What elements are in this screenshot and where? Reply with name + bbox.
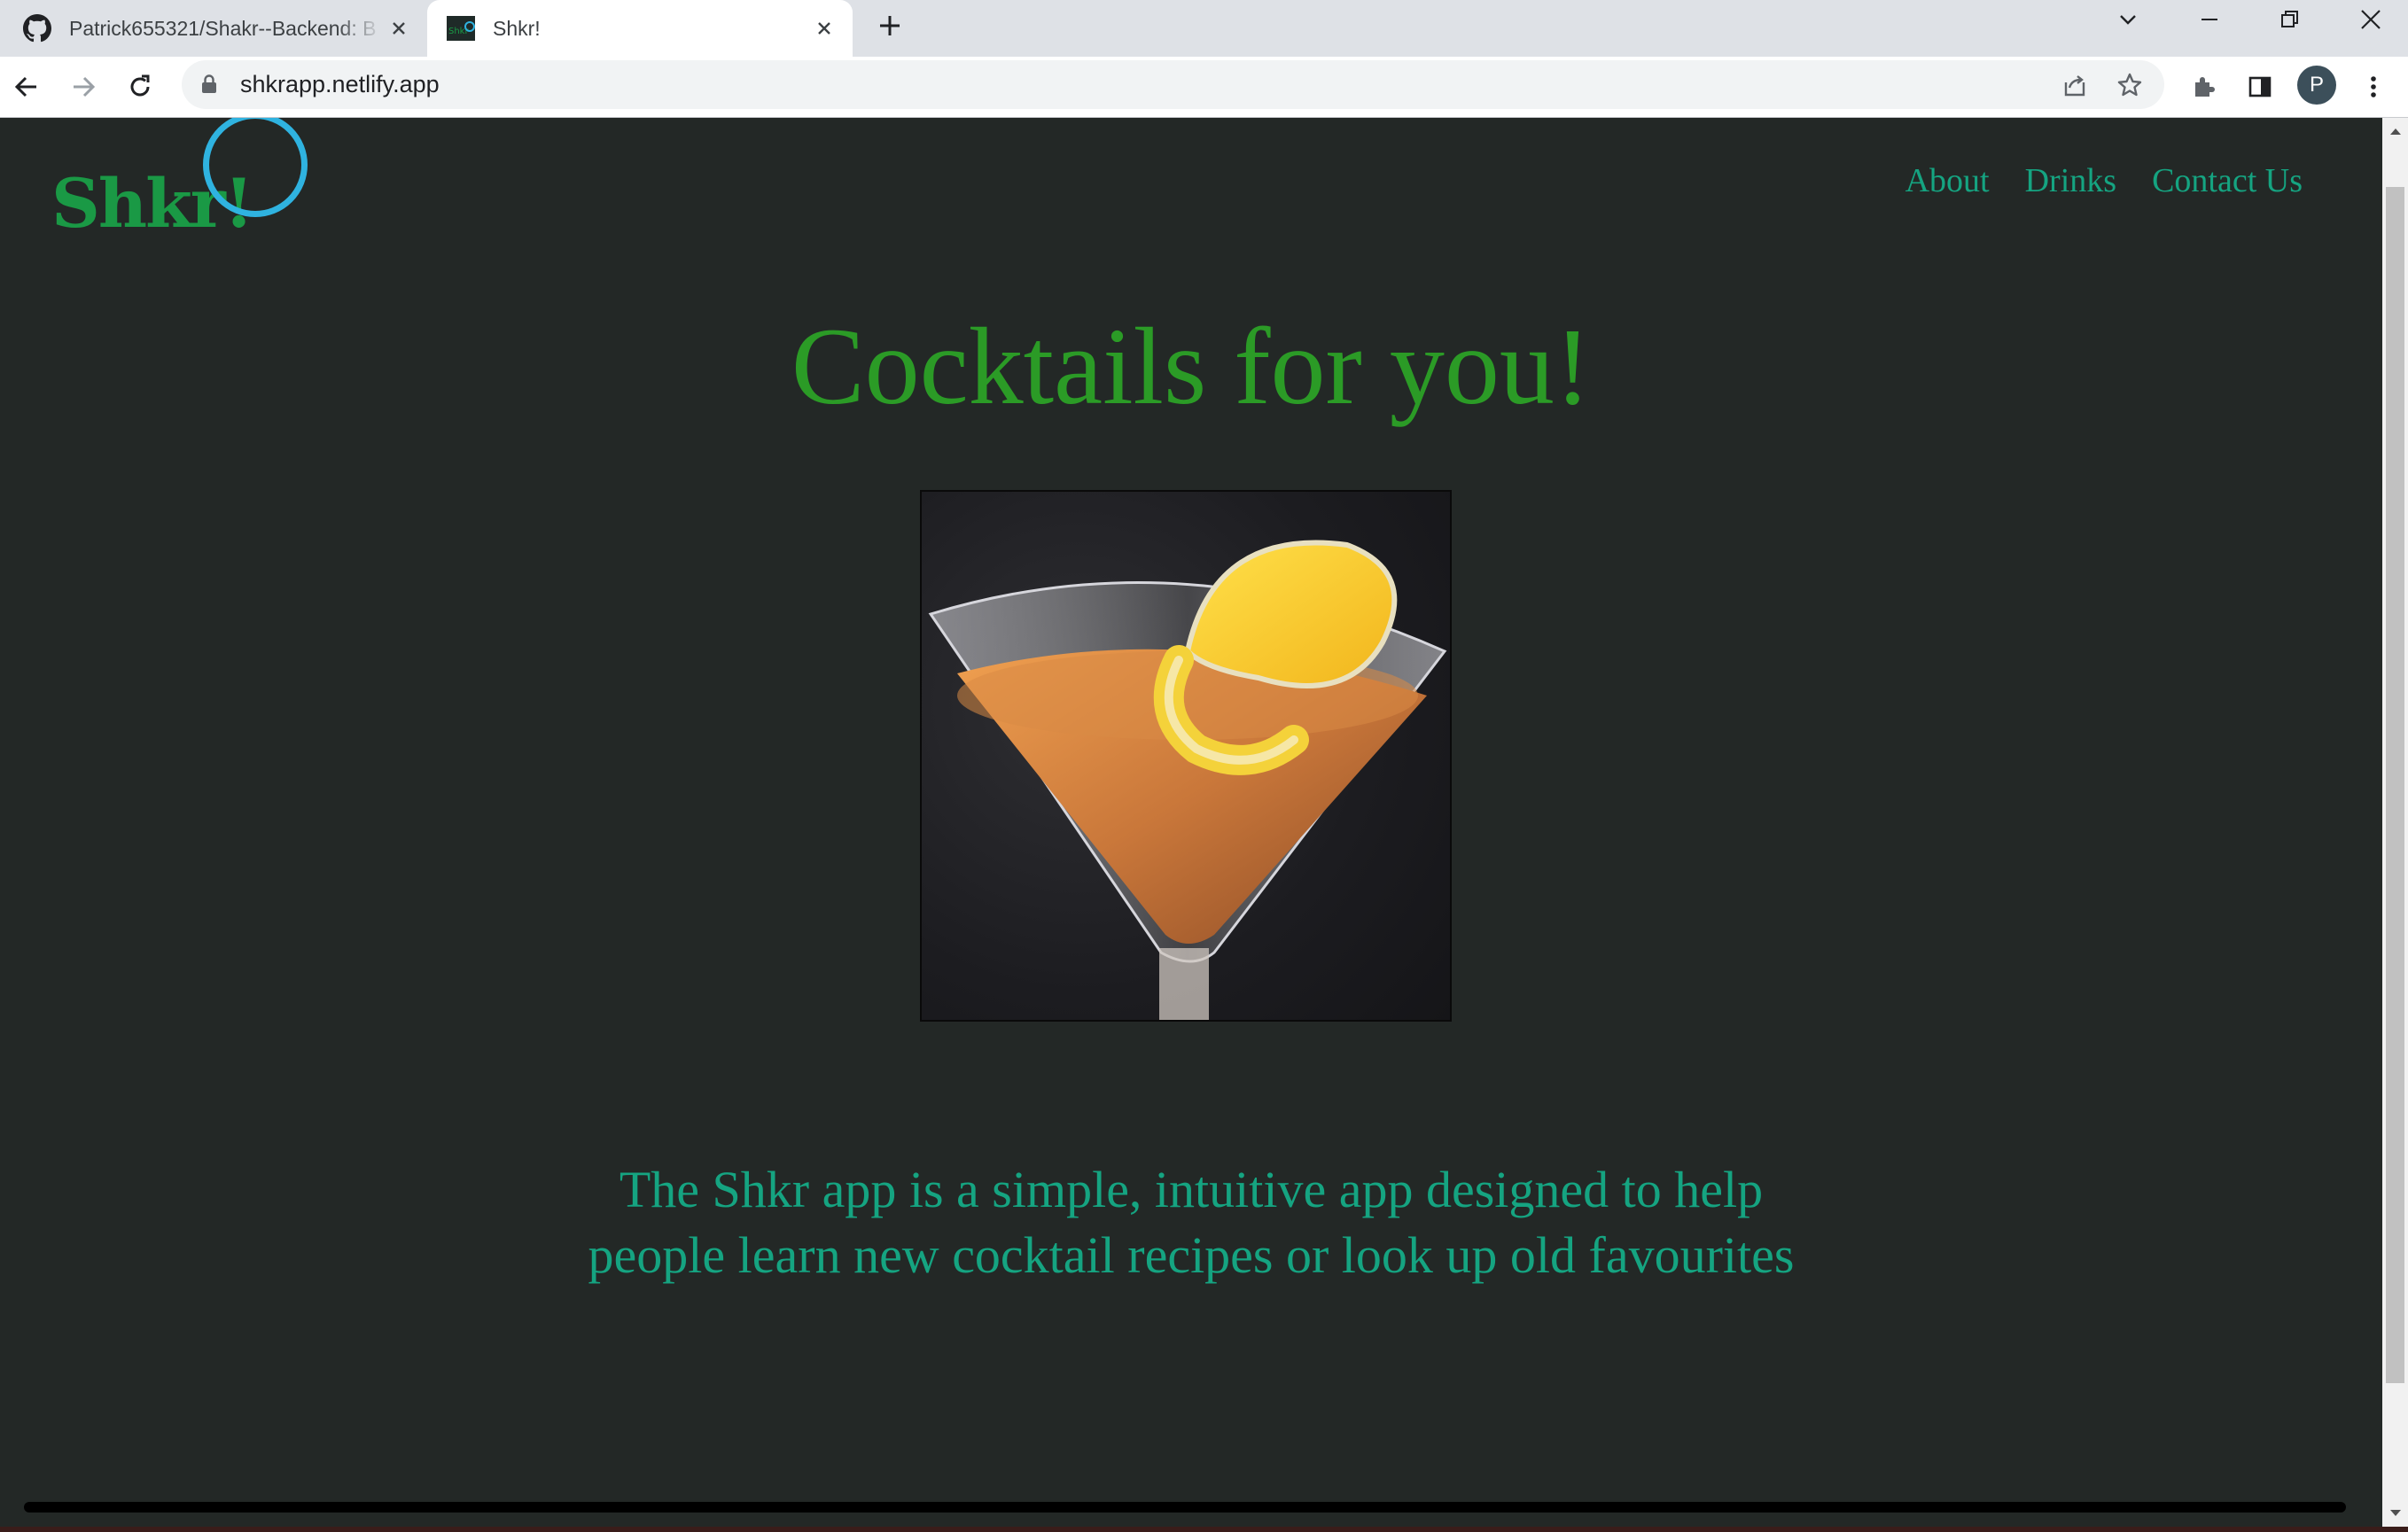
- nav-about-link[interactable]: About: [1905, 161, 1990, 200]
- share-icon[interactable]: [2059, 69, 2091, 101]
- hero-cocktail-image: [920, 490, 1452, 1022]
- vertical-scrollbar[interactable]: [2382, 118, 2408, 1527]
- cursor-highlight: [203, 118, 308, 217]
- close-icon[interactable]: [383, 12, 415, 44]
- tab-strip: Patrick655321/Shakr--Backend: B Shkr Shk…: [0, 0, 2408, 57]
- scroll-up-icon[interactable]: [2388, 123, 2403, 138]
- arrow-right-icon: [74, 76, 96, 97]
- arrow-left-icon: [14, 76, 36, 97]
- page-viewport: Shkr! About Drinks Contact Us Cocktails …: [0, 118, 2382, 1527]
- chevron-down-icon: [2120, 15, 2136, 25]
- forward-button[interactable]: [64, 67, 103, 106]
- tab-shkr[interactable]: Shkr Shkr!: [427, 0, 853, 57]
- close-icon: [2361, 10, 2381, 29]
- extensions-button[interactable]: [2184, 67, 2223, 106]
- scroll-down-icon[interactable]: [2388, 1505, 2403, 1520]
- nav-drinks-link[interactable]: Drinks: [2025, 161, 2116, 200]
- browser-toolbar: shkrapp.netlify.app P: [0, 57, 2408, 118]
- restore-icon: [2281, 11, 2298, 27]
- nav-contact-link[interactable]: Contact Us: [2152, 161, 2303, 200]
- site-favicon-icon: Shkr: [447, 16, 475, 41]
- kebab-menu-icon: [2371, 76, 2376, 97]
- horizontal-scrollbar[interactable]: [24, 1502, 2346, 1513]
- minimize-button[interactable]: [2170, 0, 2249, 39]
- side-panel-button[interactable]: [2240, 67, 2279, 106]
- page-headline: Cocktails for you!: [791, 306, 1592, 427]
- close-icon[interactable]: [808, 12, 840, 44]
- side-panel-icon: [2248, 76, 2272, 97]
- github-icon: [23, 14, 51, 43]
- url-text: shkrapp.netlify.app: [240, 71, 440, 97]
- profile-avatar[interactable]: P: [2297, 66, 2336, 105]
- bookmark-star-icon[interactable]: [2114, 69, 2146, 101]
- address-bar[interactable]: shkrapp.netlify.app: [182, 60, 2164, 109]
- tab-title: Shkr!: [493, 16, 541, 40]
- lock-icon: [202, 74, 216, 93]
- reload-icon: [130, 74, 150, 97]
- taskbar-edge: [0, 1527, 2408, 1532]
- close-window-button[interactable]: [2331, 0, 2408, 39]
- back-button[interactable]: [7, 67, 46, 106]
- new-tab-button[interactable]: [870, 6, 909, 45]
- restore-button[interactable]: [2249, 0, 2329, 39]
- scrollbar-thumb[interactable]: [2386, 187, 2404, 1383]
- app-description: The Shkr app is a simple, intuitive app …: [588, 1161, 1795, 1284]
- main-nav: About Drinks Contact Us: [1905, 161, 2303, 200]
- reload-button[interactable]: [121, 67, 160, 106]
- cocktail-illustration: [928, 540, 1447, 1020]
- tab-github[interactable]: Patrick655321/Shakr--Backend: B: [0, 0, 427, 57]
- tab-search-button[interactable]: [2088, 0, 2168, 39]
- browser-chrome: Patrick655321/Shakr--Backend: B Shkr Shk…: [0, 0, 2408, 118]
- menu-button[interactable]: [2354, 67, 2393, 106]
- puzzle-icon: [2195, 77, 2215, 97]
- minimize-icon: [2201, 19, 2217, 20]
- plus-icon: [880, 16, 900, 35]
- tab-title: Patrick655321/Shakr--Backend: B: [69, 16, 377, 40]
